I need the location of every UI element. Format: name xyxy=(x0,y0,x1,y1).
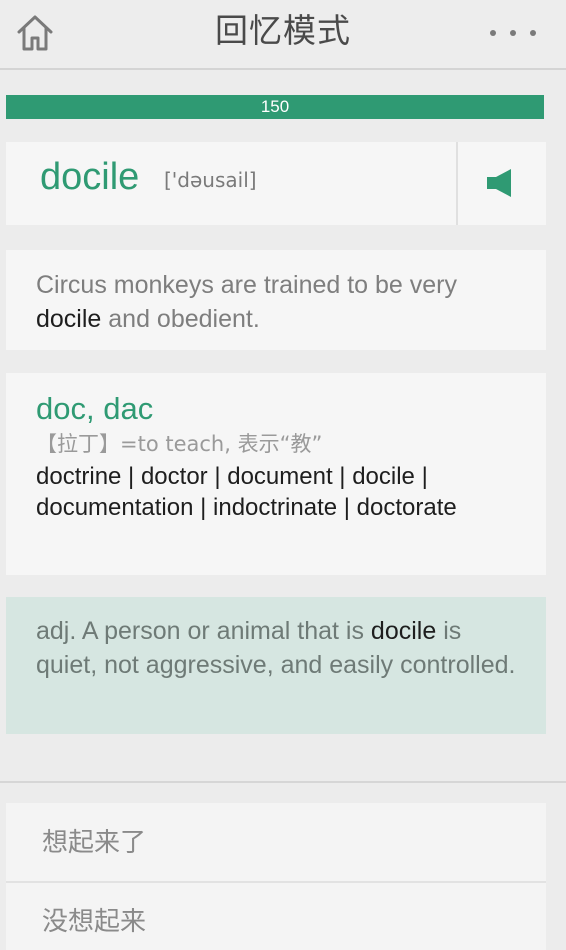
definition-card: adj. A person or animal that is docile i… xyxy=(6,597,546,734)
section-divider xyxy=(0,781,566,783)
not-remembered-button[interactable]: 没想起来 xyxy=(6,883,546,950)
example-text-before: Circus monkeys are trained to be very xyxy=(36,271,458,299)
example-highlight-word: docile xyxy=(36,305,102,333)
word-text: docile xyxy=(40,156,140,198)
more-icon xyxy=(490,30,496,36)
phonetic: ['dəusail] xyxy=(164,168,257,192)
more-icon-dot xyxy=(530,30,536,36)
progress-count: 150 xyxy=(260,97,290,116)
word-card: docile ['dəusail] xyxy=(6,142,546,225)
speaker-icon xyxy=(487,169,511,197)
navigation-bar: 回忆模式 xyxy=(0,0,566,70)
more-icon-dot xyxy=(510,30,516,36)
definition-text: adj. A person or animal that is docile i… xyxy=(36,614,516,682)
definition-text-before: adj. A person or animal that is xyxy=(36,617,371,645)
definition-highlight-word: docile xyxy=(370,617,437,645)
example-sentence: Circus monkeys are trained to be very do… xyxy=(36,268,516,336)
pronounce-button[interactable] xyxy=(456,142,546,225)
related-words: doctrine | doctor | document | docile | … xyxy=(36,463,457,521)
example-text-after: and obedient. xyxy=(101,305,260,333)
example-sentence-card: Circus monkeys are trained to be very do… xyxy=(6,250,546,350)
more-button[interactable] xyxy=(488,22,540,42)
page-title: 回忆模式 xyxy=(215,11,351,50)
progress-bar: 150 xyxy=(6,95,544,119)
root-meaning: 【拉丁】=to teach, 表示“教” xyxy=(36,432,323,456)
word-root-card: doc, dac 【拉丁】=to teach, 表示“教” doctrine |… xyxy=(6,373,546,575)
remembered-button[interactable]: 想起来了 xyxy=(6,803,546,883)
root-title: doc, dac xyxy=(36,391,154,426)
